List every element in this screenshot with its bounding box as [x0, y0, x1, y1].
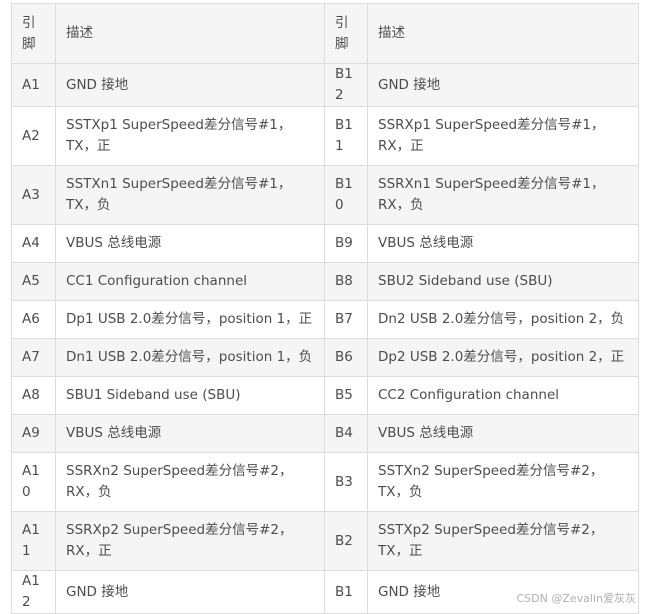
pin-a-cell: A9	[11, 414, 56, 453]
header-pin-b: 引 脚	[324, 3, 368, 64]
pin-b-cell: B2	[324, 511, 368, 571]
pin-b-cell: B1	[324, 570, 368, 614]
desc-a-cell: Dp1 USB 2.0差分信号，position 1，正	[55, 300, 325, 339]
desc-b-cell: SSRXn1 SuperSpeed差分信号#1，RX，负	[367, 165, 639, 225]
table-row: A5 CC1 Configuration channel B8 SBU2 Sid…	[11, 262, 639, 301]
pin-b-cell: B10	[324, 165, 368, 225]
desc-a-cell: VBUS 总线电源	[55, 224, 325, 263]
desc-b-cell: VBUS 总线电源	[367, 414, 639, 453]
desc-a-cell: SBU1 Sideband use (SBU)	[55, 376, 325, 415]
pin-a-cell: A8	[11, 376, 56, 415]
pin-b-cell: B11	[324, 106, 368, 166]
pin-a-cell: A12	[11, 570, 56, 614]
table-row: A6 Dp1 USB 2.0差分信号，position 1，正 B7 Dn2 U…	[11, 300, 639, 339]
table-row: A2 SSTXp1 SuperSpeed差分信号#1，TX，正 B11 SSRX…	[11, 106, 639, 166]
pin-b-cell: B5	[324, 376, 368, 415]
desc-a-cell: GND 接地	[55, 63, 325, 107]
desc-b-cell: Dn2 USB 2.0差分信号，position 2，负	[367, 300, 639, 339]
pin-table: 引 脚 描述 引 脚 描述 A1 GND 接地 B12 GND 接地 A2 SS…	[11, 3, 639, 614]
pin-b-cell: B8	[324, 262, 368, 301]
pin-a-cell: A4	[11, 224, 56, 263]
pin-a-cell: A7	[11, 338, 56, 377]
desc-b-cell: SBU2 Sideband use (SBU)	[367, 262, 639, 301]
desc-b-cell: Dp2 USB 2.0差分信号，position 2，正	[367, 338, 639, 377]
pin-a-cell: A2	[11, 106, 56, 166]
watermark: CSDN @Zevalin爱灰灰	[516, 592, 637, 605]
table-row: A4 VBUS 总线电源 B9 VBUS 总线电源	[11, 224, 639, 263]
pin-b-cell: B3	[324, 452, 368, 512]
header-desc-b: 描述	[367, 3, 639, 64]
desc-b-cell: CC2 Configuration channel	[367, 376, 639, 415]
table-row: A11 SSRXp2 SuperSpeed差分信号#2，RX，正 B2 SSTX…	[11, 511, 639, 571]
table-row: A9 VBUS 总线电源 B4 VBUS 总线电源	[11, 414, 639, 453]
desc-a-cell: SSTXp1 SuperSpeed差分信号#1，TX，正	[55, 106, 325, 166]
table-row: A8 SBU1 Sideband use (SBU) B5 CC2 Config…	[11, 376, 639, 415]
header-pin-a: 引 脚	[11, 3, 56, 64]
desc-b-cell: SSTXp2 SuperSpeed差分信号#2，TX，正	[367, 511, 639, 571]
pin-b-cell: B6	[324, 338, 368, 377]
pin-a-cell: A10	[11, 452, 56, 512]
table-row: A3 SSTXn1 SuperSpeed差分信号#1，TX，负 B10 SSRX…	[11, 165, 639, 225]
pin-a-cell: A1	[11, 63, 56, 107]
pin-a-cell: A11	[11, 511, 56, 571]
desc-a-cell: CC1 Configuration channel	[55, 262, 325, 301]
desc-a-cell: Dn1 USB 2.0差分信号，position 1，负	[55, 338, 325, 377]
desc-b-cell: VBUS 总线电源	[367, 224, 639, 263]
pin-b-cell: B4	[324, 414, 368, 453]
pin-a-cell: A3	[11, 165, 56, 225]
desc-a-cell: GND 接地	[55, 570, 325, 614]
desc-a-cell: VBUS 总线电源	[55, 414, 325, 453]
table-row: A1 GND 接地 B12 GND 接地	[11, 63, 639, 107]
header-desc-a: 描述	[55, 3, 325, 64]
desc-a-cell: SSTXn1 SuperSpeed差分信号#1，TX，负	[55, 165, 325, 225]
desc-a-cell: SSRXp2 SuperSpeed差分信号#2，RX，正	[55, 511, 325, 571]
desc-a-cell: SSRXn2 SuperSpeed差分信号#2，RX，负	[55, 452, 325, 512]
table-header-row: 引 脚 描述 引 脚 描述	[11, 3, 639, 64]
pin-b-cell: B7	[324, 300, 368, 339]
pin-a-cell: A5	[11, 262, 56, 301]
pin-a-cell: A6	[11, 300, 56, 339]
pin-b-cell: B12	[324, 63, 368, 107]
pin-b-cell: B9	[324, 224, 368, 263]
desc-b-cell: GND 接地	[367, 63, 639, 107]
desc-b-cell: SSTXn2 SuperSpeed差分信号#2，TX，负	[367, 452, 639, 512]
table-row: A7 Dn1 USB 2.0差分信号，position 1，负 B6 Dp2 U…	[11, 338, 639, 377]
desc-b-cell: SSRXp1 SuperSpeed差分信号#1，RX，正	[367, 106, 639, 166]
table-row: A10 SSRXn2 SuperSpeed差分信号#2，RX，负 B3 SSTX…	[11, 452, 639, 512]
